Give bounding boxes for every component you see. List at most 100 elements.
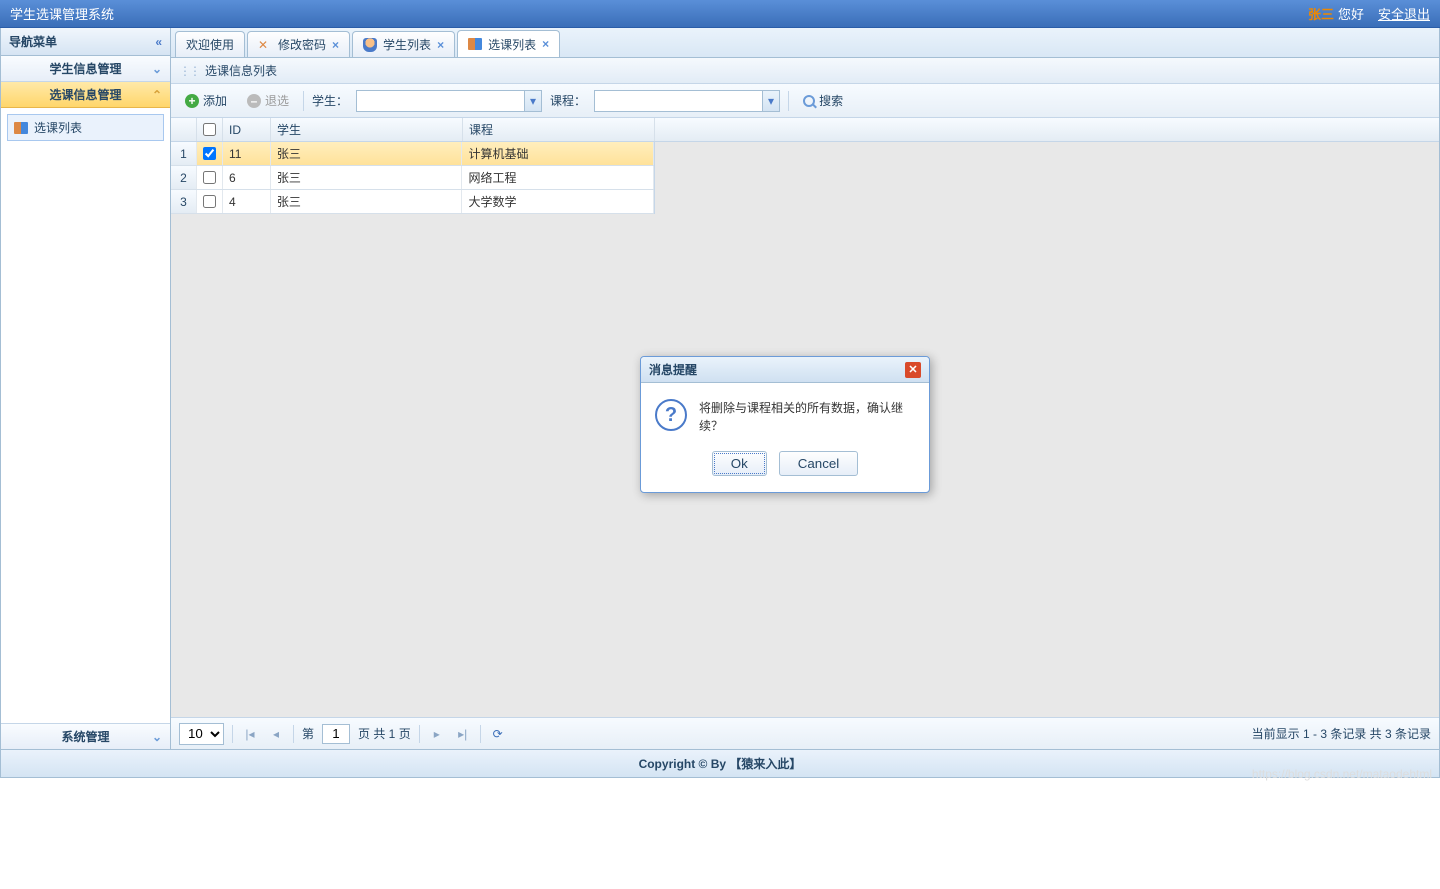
tab-bar: 欢迎使用 修改密码 × 学生列表 × 选课列表 × <box>171 28 1439 58</box>
table-row[interactable]: 3 4张三大学数学 <box>171 190 654 214</box>
row-number: 3 <box>171 190 197 213</box>
cell-student: 张三 <box>271 190 463 213</box>
cell-course: 大学数学 <box>462 190 654 213</box>
accordion-system[interactable]: 系统管理 ⌄ <box>1 723 170 749</box>
row-checkbox[interactable] <box>203 171 216 184</box>
watermark: https://blog.csdn.net/mataodehtml <box>1252 767 1432 781</box>
page-size-select[interactable]: 10 <box>179 723 224 745</box>
accordion-selection-info[interactable]: 选课信息管理 ⌃ <box>1 82 170 108</box>
close-icon[interactable]: × <box>332 38 339 52</box>
cell-course: 网络工程 <box>462 166 654 189</box>
col-student[interactable]: 学生 <box>271 118 463 141</box>
pager: 10 |◂ ◂ 第 页 共 1 页 ▸ ▸| ⟳ 当前显示 1 - 3 条记录 … <box>171 717 1439 749</box>
cell-id: 11 <box>223 142 271 165</box>
separator <box>303 91 304 111</box>
row-checkbox-cell <box>197 142 223 165</box>
row-checkbox-cell <box>197 166 223 189</box>
cancel-button[interactable]: Cancel <box>779 451 859 476</box>
cell-student: 张三 <box>271 142 463 165</box>
cell-student: 张三 <box>271 166 463 189</box>
ok-button[interactable]: Ok <box>712 451 767 476</box>
panel-title: 选课信息列表 <box>205 62 277 79</box>
row-number: 2 <box>171 166 197 189</box>
row-checkbox[interactable] <box>203 195 216 208</box>
tab-selection-list[interactable]: 选课列表 × <box>457 30 560 57</box>
accordion-label: 学生信息管理 <box>49 60 121 77</box>
chevron-down-icon: ⌄ <box>152 62 162 76</box>
page-prefix: 第 <box>302 725 314 742</box>
col-checkbox[interactable] <box>197 118 223 141</box>
table-row[interactable]: 111张三计算机基础 <box>171 142 654 166</box>
tree-node-selection-list[interactable]: 选课列表 <box>7 114 164 141</box>
dialog-title-bar[interactable]: 消息提醒 ✕ <box>641 357 929 383</box>
separator <box>232 725 233 743</box>
toolbar: + 添加 – 退选 学生： ▾ 课程： ▾ <box>171 84 1439 118</box>
current-user: 张三 <box>1308 4 1334 23</box>
page-input[interactable] <box>322 724 350 744</box>
col-rownum <box>171 118 197 141</box>
row-checkbox-cell <box>197 190 223 213</box>
wrench-icon <box>258 38 272 52</box>
accordion-label: 选课信息管理 <box>49 86 121 103</box>
book-icon <box>468 38 482 50</box>
course-combo-input[interactable] <box>594 90 762 112</box>
last-page-button[interactable]: ▸| <box>454 725 472 743</box>
select-all-checkbox[interactable] <box>203 123 216 136</box>
plus-icon: + <box>185 94 199 108</box>
chevron-down-icon: ⌄ <box>152 730 162 744</box>
add-button[interactable]: + 添加 <box>179 89 233 112</box>
confirm-dialog: 消息提醒 ✕ ? 将删除与课程相关的所有数据，确认继续？ Ok Cancel <box>640 356 930 493</box>
sidebar-title: 导航菜单 <box>9 33 57 50</box>
search-icon <box>803 95 815 107</box>
cell-id: 4 <box>223 190 271 213</box>
add-label: 添加 <box>203 92 227 109</box>
grid-body: 111张三计算机基础26张三网络工程34张三大学数学 <box>171 142 655 214</box>
remove-label: 退选 <box>265 92 289 109</box>
student-combo-input[interactable] <box>356 90 524 112</box>
tab-student-list[interactable]: 学生列表 × <box>352 31 455 57</box>
refresh-button[interactable]: ⟳ <box>489 725 507 743</box>
chevron-down-icon[interactable]: ▾ <box>762 90 780 112</box>
accordion-label: 系统管理 <box>61 728 109 745</box>
grip-icon: ⋮⋮ <box>179 64 199 78</box>
grid-header: ID 学生 课程 <box>171 118 1439 142</box>
course-filter-label: 课程： <box>550 92 586 109</box>
separator <box>293 725 294 743</box>
separator <box>788 91 789 111</box>
chevron-up-icon: ⌃ <box>152 88 162 102</box>
question-icon: ? <box>655 399 687 431</box>
close-icon[interactable]: × <box>542 37 549 51</box>
col-id[interactable]: ID <box>223 118 271 141</box>
row-number: 1 <box>171 142 197 165</box>
student-filter-label: 学生： <box>312 92 348 109</box>
minus-icon: – <box>247 94 261 108</box>
row-checkbox[interactable] <box>203 147 216 160</box>
logout-link[interactable]: 安全退出 <box>1378 4 1430 23</box>
col-course[interactable]: 课程 <box>463 118 655 141</box>
sidebar: 导航菜单 « 学生信息管理 ⌄ 选课信息管理 ⌃ 选课列表 系统管理 ⌄ <box>1 28 171 749</box>
dialog-body: ? 将删除与课程相关的所有数据，确认继续？ <box>641 383 929 445</box>
search-button[interactable]: 搜索 <box>797 89 849 112</box>
cell-id: 6 <box>223 166 271 189</box>
footer: Copyright © By 【猿来入此】 <box>0 750 1440 778</box>
collapse-sidebar-icon[interactable]: « <box>155 35 162 49</box>
student-combo[interactable]: ▾ <box>356 90 542 112</box>
next-page-button[interactable]: ▸ <box>428 725 446 743</box>
close-icon[interactable]: ✕ <box>905 362 921 378</box>
course-combo[interactable]: ▾ <box>594 90 780 112</box>
tab-change-password[interactable]: 修改密码 × <box>247 31 350 57</box>
tab-welcome[interactable]: 欢迎使用 <box>175 31 245 57</box>
remove-button[interactable]: – 退选 <box>241 89 295 112</box>
table-row[interactable]: 2 6张三网络工程 <box>171 166 654 190</box>
close-icon[interactable]: × <box>437 38 444 52</box>
greeting: 您好 <box>1338 4 1364 23</box>
tab-label: 学生列表 <box>383 36 431 53</box>
prev-page-button[interactable]: ◂ <box>267 725 285 743</box>
separator <box>419 725 420 743</box>
accordion-student-info[interactable]: 学生信息管理 ⌄ <box>1 56 170 82</box>
first-page-button[interactable]: |◂ <box>241 725 259 743</box>
dialog-title: 消息提醒 <box>649 361 697 378</box>
chevron-down-icon[interactable]: ▾ <box>524 90 542 112</box>
cell-course: 计算机基础 <box>462 142 654 165</box>
search-label: 搜索 <box>819 92 843 109</box>
